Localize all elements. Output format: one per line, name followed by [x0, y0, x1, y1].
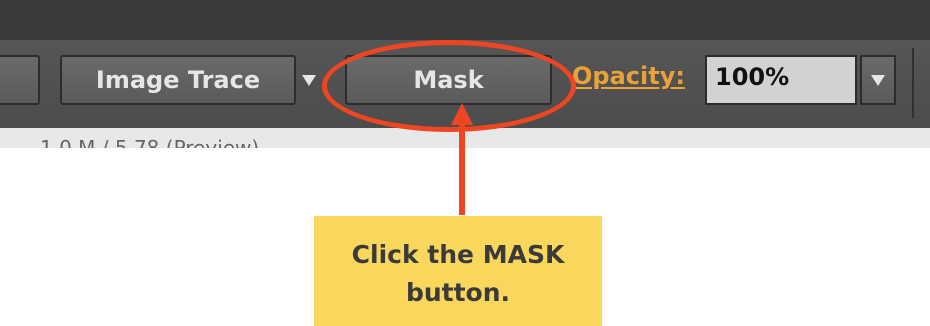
callout-text: Click the MASK button.	[351, 240, 565, 307]
toolbar-divider	[912, 48, 914, 118]
image-trace-button[interactable]: Image Trace	[60, 55, 296, 105]
opacity-input[interactable]: 100%	[705, 55, 857, 105]
partial-button[interactable]	[0, 55, 40, 105]
image-trace-label: Image Trace	[95, 66, 261, 94]
chevron-down-icon	[871, 75, 885, 86]
app-title-strip	[0, 0, 930, 40]
instruction-callout: Click the MASK button.	[314, 216, 602, 326]
opacity-label[interactable]: Opacity:	[572, 62, 685, 90]
highlight-ellipse	[322, 40, 576, 132]
pointer-line	[459, 122, 465, 215]
document-status-text: 1.0 M / 5.78 (Preview)	[40, 136, 260, 148]
arrow-up-icon	[451, 103, 473, 125]
chevron-down-icon[interactable]	[302, 75, 316, 86]
